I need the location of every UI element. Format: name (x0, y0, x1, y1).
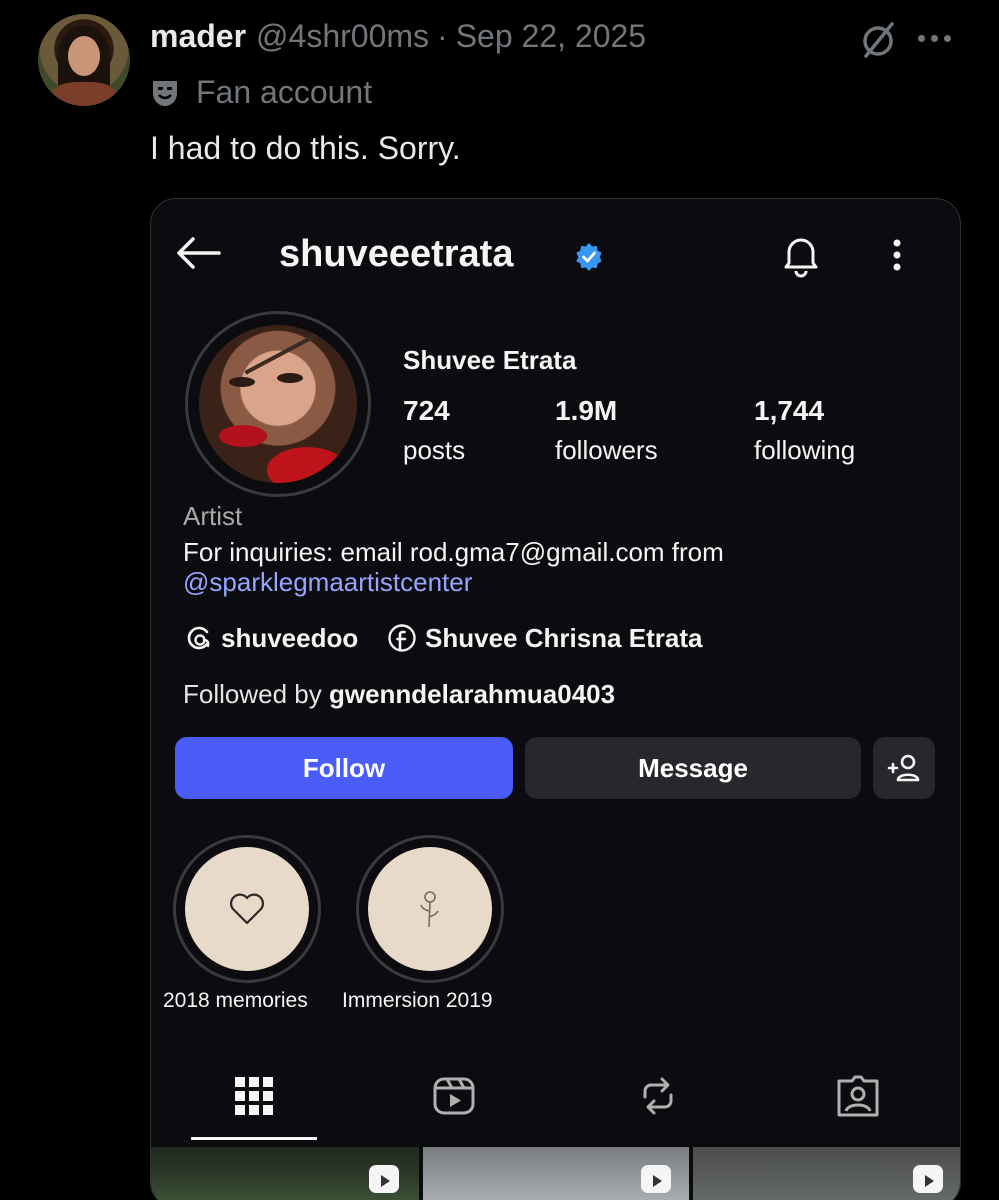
message-button[interactable]: Message (525, 737, 861, 799)
attached-image-card[interactable]: shuveeetrata Shuvee Etrata 724 posts 1.9… (150, 198, 961, 1200)
followed-by-user[interactable]: gwenndelarahmua0403 (329, 679, 615, 709)
followers-count[interactable]: 1.9M (555, 395, 617, 427)
grid-icon[interactable] (231, 1073, 277, 1119)
heart-icon (230, 893, 264, 925)
suggested-users-button[interactable] (873, 737, 935, 799)
author-handle[interactable]: @4shr00ms (256, 18, 429, 55)
tagged-icon[interactable] (835, 1073, 881, 1119)
follow-button-label: Follow (302, 752, 386, 783)
followed-by-line[interactable]: Followed by gwenndelarahmua0403 (183, 679, 615, 710)
reel-badge-icon (913, 1165, 943, 1193)
tweet-date[interactable]: Sep 22, 2025 (456, 18, 646, 55)
account-label-text: Fan account (196, 74, 373, 110)
threads-icon[interactable] (183, 623, 213, 653)
following-label[interactable]: following (754, 435, 855, 466)
reel-badge-icon (641, 1165, 671, 1193)
active-tab-indicator (191, 1137, 317, 1140)
instagram-profile-screenshot: shuveeetrata Shuvee Etrata 724 posts 1.9… (151, 199, 960, 1200)
theater-mask-icon (153, 80, 177, 106)
account-label: Fan account (150, 74, 372, 111)
tweet-text: I had to do this. Sorry. (150, 130, 461, 166)
highlight-label[interactable]: Immersion 2019 (342, 989, 493, 1013)
reels-icon[interactable] (431, 1073, 477, 1119)
posts-label[interactable]: posts (403, 435, 465, 466)
add-person-icon (887, 754, 920, 782)
highlight-label[interactable]: 2018 memories (163, 989, 308, 1013)
profile-picture[interactable] (199, 325, 357, 483)
bio-text: For inquiries: email rod.gma7@gmail.com … (183, 537, 724, 567)
following-count[interactable]: 1,744 (754, 395, 824, 427)
grok-icon[interactable] (858, 20, 898, 60)
followers-label[interactable]: followers (555, 435, 658, 466)
facebook-icon[interactable] (387, 623, 417, 653)
tweet-header: mader @4shr00ms · Sep 22, 2025 (150, 18, 646, 55)
reel-badge-icon (369, 1165, 399, 1193)
posts-count[interactable]: 724 (403, 395, 450, 427)
verified-badge-icon (576, 243, 602, 271)
header-separator: · (437, 18, 448, 54)
profile-full-name: Shuvee Etrata (403, 345, 577, 375)
bio-category: Artist (183, 501, 243, 531)
followed-by-prefix: Followed by (183, 679, 329, 709)
threads-username[interactable]: shuveedoo (221, 623, 358, 654)
author-avatar[interactable] (38, 14, 130, 106)
back-arrow-icon[interactable] (173, 233, 223, 273)
more-options-icon[interactable] (918, 26, 958, 50)
notification-bell-icon[interactable] (777, 231, 825, 279)
reposts-icon[interactable] (635, 1073, 681, 1119)
profile-username: shuveeetrata (279, 233, 514, 275)
follow-button[interactable]: Follow (175, 737, 513, 799)
bio-mention-link[interactable]: @sparklegmaartistcenter (183, 567, 472, 598)
facebook-name[interactable]: Shuvee Chrisna Etrata (425, 623, 702, 654)
kebab-menu-icon[interactable] (885, 235, 909, 275)
author-display-name[interactable]: mader (150, 18, 246, 55)
message-button-label: Message (638, 752, 748, 783)
rose-icon (420, 891, 439, 928)
